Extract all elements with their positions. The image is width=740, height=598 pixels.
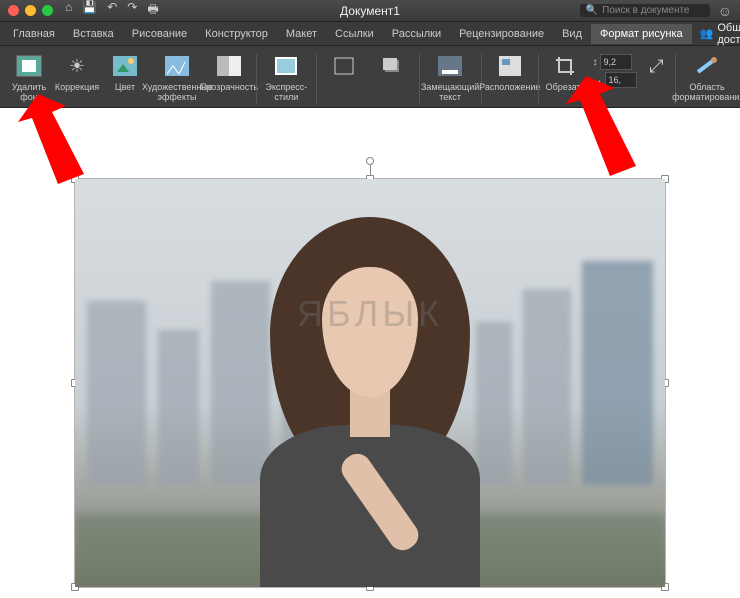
background-building [523,289,570,485]
search-icon: 🔍 [586,5,598,16]
background-building [87,301,146,485]
share-button[interactable]: 👥 Общий доступ ⌃ [692,18,740,50]
height-input[interactable] [600,54,632,70]
alt-text-icon [436,52,464,80]
effects-button[interactable] [369,50,415,82]
home-icon[interactable]: ⌂ [65,0,72,21]
transparency-icon [215,52,243,80]
window-controls [8,5,53,16]
tab-home[interactable]: Главная [4,24,64,44]
inserted-photo[interactable]: ЯБЛЫК [75,179,665,587]
separator [481,54,482,104]
undo-icon[interactable]: ↶ [107,0,117,21]
tab-picture-format[interactable]: Формат рисунка [591,24,692,44]
quick-access-toolbar: ⌂ 💾 ↶ ↷ 🖶 [65,0,159,21]
separator [419,54,420,104]
border-button[interactable] [321,50,367,82]
tab-references[interactable]: Ссылки [326,24,383,44]
tab-view[interactable]: Вид [553,24,591,44]
ribbon-tabs: Главная Вставка Рисование Конструктор Ма… [0,22,740,46]
transparency-label: Прозрачность [200,82,258,92]
selected-image-frame[interactable]: ЯБЛЫК [74,178,666,588]
corrections-button[interactable]: ☀ Коррекция [54,50,100,94]
effects-icon [378,52,406,80]
quick-styles-label: Экспресс-стили [265,82,308,102]
height-icon: ↕ [592,57,597,68]
position-label: Расположение [479,82,540,92]
close-window-button[interactable] [8,5,19,16]
print-icon[interactable]: 🖶 [147,0,158,21]
feedback-icon[interactable]: ☺ [718,3,732,19]
quick-styles-button[interactable]: Экспресс-стили [261,50,312,104]
artistic-effects-button[interactable]: Художественные эффекты [150,50,204,104]
border-icon [330,52,358,80]
rotation-connector [370,165,371,175]
tab-insert[interactable]: Вставка [64,24,123,44]
zoom-window-button[interactable] [42,5,53,16]
rotation-handle[interactable] [366,157,374,165]
alt-text-button[interactable]: Замещающий текст [423,50,477,104]
save-icon[interactable]: 💾 [82,0,97,21]
watermark-text: ЯБЛЫК [297,293,443,335]
separator [256,54,257,104]
tab-mailings[interactable]: Рассылки [383,24,450,44]
background-building [582,261,653,485]
format-pane-icon [693,52,721,80]
search-placeholder: Поиск в документе [602,5,689,16]
alt-text-label: Замещающий текст [421,82,479,102]
share-label: Общий доступ [717,22,740,46]
document-canvas[interactable]: ЯБЛЫК [0,108,740,598]
redo-icon[interactable]: ↷ [127,0,137,21]
position-button[interactable]: Расположение [486,50,534,94]
tab-draw[interactable]: Рисование [123,24,196,44]
color-icon [111,52,139,80]
brightness-icon: ☀ [63,52,91,80]
artistic-icon [163,52,191,80]
corrections-label: Коррекция [55,82,99,92]
minimize-window-button[interactable] [25,5,36,16]
format-pane-label: Область форматирования [672,82,740,102]
separator [538,54,539,104]
separator [316,54,317,104]
background-building [158,330,199,485]
transparency-button[interactable]: Прозрачность [206,50,252,94]
tab-layout[interactable]: Макет [277,24,326,44]
format-pane-button[interactable]: Область форматирования [680,50,734,104]
tab-review[interactable]: Рецензирование [450,24,553,44]
search-input[interactable]: 🔍 Поиск в документе [580,4,710,17]
share-icon: 👥 [700,27,714,40]
remove-background-icon [15,52,43,80]
tab-design[interactable]: Конструктор [196,24,277,44]
styles-icon [272,52,300,80]
color-label: Цвет [115,82,135,92]
person-figure [240,207,500,587]
document-title: Документ1 [340,4,400,18]
position-icon [496,52,524,80]
titlebar: ⌂ 💾 ↶ ↷ 🖶 Документ1 🔍 Поиск в документе … [0,0,740,22]
